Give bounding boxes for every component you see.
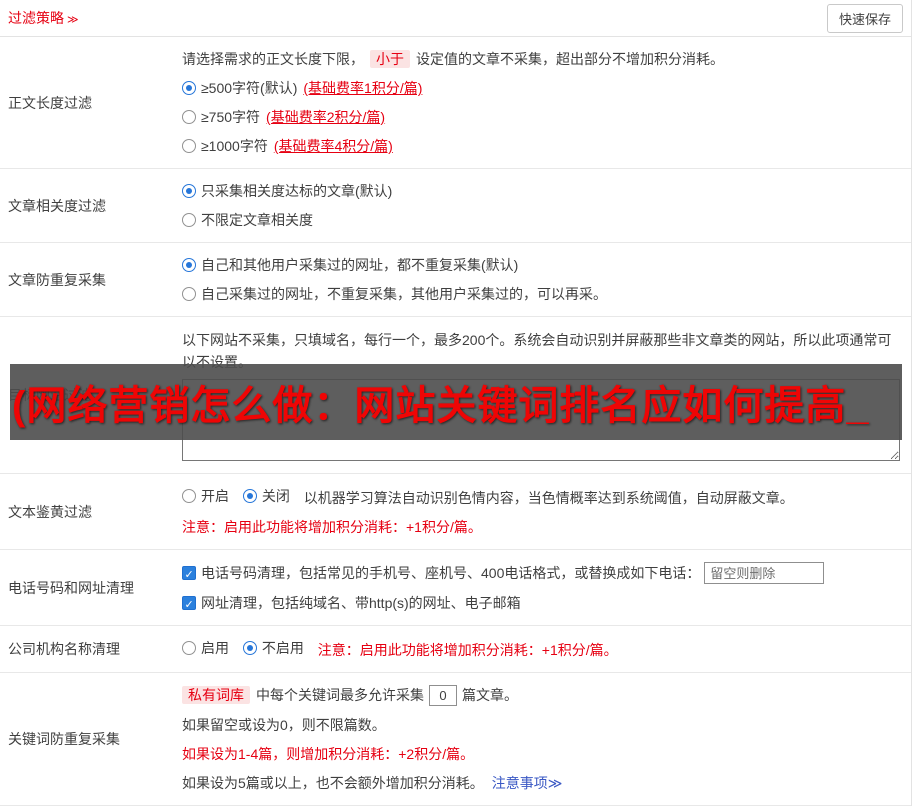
option-label: 电话号码清理，包括常见的手机号、座机号、400电话格式，或替换成如下电话： xyxy=(201,565,701,581)
line4-text: 如果设为5篇或以上，也不会额外增加积分消耗。 xyxy=(182,775,484,791)
option-label: 不限定文章相关度 xyxy=(201,212,313,228)
radio-button[interactable] xyxy=(182,489,196,503)
radio-button[interactable] xyxy=(182,641,196,655)
dedup-option-global[interactable]: 自己和其他用户采集过的网址，都不重复采集(默认) xyxy=(182,255,903,275)
row-content-company-clean: 启用 不启用 注意：启用此功能将增加积分消耗：+1积分/篇。 xyxy=(182,626,911,672)
row-content-phone-url-clean: 电话号码清理，包括常见的手机号、座机号、400电话格式，或替换成如下电话： 网址… xyxy=(182,550,911,625)
keyword-dedup-line3: 如果设为1-4篇，则增加积分消耗：+2积分/篇。 xyxy=(182,746,475,762)
option-label: ≥750字符 xyxy=(201,109,261,125)
row-content-relevance-filter: 只采集相关度达标的文章(默认) 不限定文章相关度 xyxy=(182,169,911,242)
watermark-text: (网络营销怎么做：网站关键词排名应如何提高_ xyxy=(12,384,870,428)
settings-row-company-clean: 公司机构名称清理 启用 不启用 注意：启用此功能将增加积分消耗：+1积分/篇。 xyxy=(0,626,911,673)
porn-option-on[interactable]: 开启 xyxy=(182,486,229,506)
rate-note: (基础费率2积分/篇) xyxy=(266,109,386,125)
radio-button[interactable] xyxy=(182,184,196,198)
radio-button[interactable] xyxy=(182,110,196,124)
company-option-on[interactable]: 启用 xyxy=(182,638,229,658)
intro-post: 设定值的文章不采集，超出部分不增加积分消耗。 xyxy=(416,51,724,67)
rate-note: (基础费率4积分/篇) xyxy=(273,138,393,154)
settings-row-article-dedup: 文章防重复采集 自己和其他用户采集过的网址，都不重复采集(默认) 自己采集过的网… xyxy=(0,243,911,317)
length-filter-intro: 请选择需求的正文长度下限， 小于 设定值的文章不采集，超出部分不增加积分消耗。 xyxy=(182,49,903,69)
option-label: 网址清理，包括纯域名、带http(s)的网址、电子邮箱 xyxy=(201,595,521,611)
porn-filter-options: 开启 关闭 以机器学习算法自动识别色情内容，当色情概率达到系统阈值，自动屏蔽文章… xyxy=(182,486,903,508)
option-label: 只采集相关度达标的文章(默认) xyxy=(201,183,393,199)
company-option-off[interactable]: 不启用 xyxy=(242,638,304,658)
notice-link[interactable]: 注意事项≫ xyxy=(492,775,563,791)
option-label: 启用 xyxy=(201,640,229,656)
section-title-wrap: 过滤策略 ≫ xyxy=(8,8,79,28)
settings-row-relevance-filter: 文章相关度过滤 只采集相关度达标的文章(默认) 不限定文章相关度 xyxy=(0,169,911,243)
option-label: 自己和其他用户采集过的网址，都不重复采集(默认) xyxy=(201,257,519,273)
row-content-article-dedup: 自己和其他用户采集过的网址，都不重复采集(默认) 自己采集过的网址，不重复采集，… xyxy=(182,243,911,316)
filter-settings-page: 过滤策略 ≫ 快速保存 正文长度过滤 请选择需求的正文长度下限， 小于 设定值的文章… xyxy=(0,0,912,806)
less-than-tag: 小于 xyxy=(370,50,410,68)
row-label-porn-filter: 文本鉴黄过滤 xyxy=(8,503,92,520)
keyword-dedup-line4: 如果设为5篇或以上，也不会额外增加积分消耗。 注意事项≫ xyxy=(182,773,903,793)
row-label-keyword-dedup: 关键词防重复采集 xyxy=(8,731,120,747)
porn-filter-note: 注意：启用此功能将增加积分消耗：+1积分/篇。 xyxy=(182,519,482,535)
phone-clean-checkbox[interactable] xyxy=(182,565,196,585)
url-clean-checkbox[interactable] xyxy=(182,595,196,615)
company-clean-note: 注意：启用此功能将增加积分消耗：+1积分/篇。 xyxy=(317,642,618,658)
option-label: 自己采集过的网址，不重复采集，其他用户采集过的，可以再采。 xyxy=(201,286,607,302)
topbar: 过滤策略 ≫ 快速保存 xyxy=(0,0,911,37)
settings-row-phone-url-clean: 电话号码和网址清理 电话号码清理，包括常见的手机号、座机号、400电话格式，或替… xyxy=(0,550,911,626)
quick-save-button[interactable]: 快速保存 xyxy=(826,3,903,33)
settings-row-porn-filter: 文本鉴黄过滤 开启 关闭 以机器学习算法自动识别色情内容，当色情概率达到系统阈值… xyxy=(0,474,911,550)
watermark-overlay: (网络营销怎么做：网站关键词排名应如何提高_ xyxy=(10,364,902,440)
porn-option-off[interactable]: 关闭 xyxy=(242,486,290,506)
relevance-option-strict[interactable]: 只采集相关度达标的文章(默认) xyxy=(182,181,903,201)
rate-note: (基础费率1积分/篇) xyxy=(303,80,423,96)
intro-pre: 请选择需求的正文长度下限， xyxy=(182,51,364,67)
dedup-option-self-only[interactable]: 自己采集过的网址，不重复采集，其他用户采集过的，可以再采。 xyxy=(182,284,903,304)
relevance-option-any[interactable]: 不限定文章相关度 xyxy=(182,210,903,230)
option-label: 不启用 xyxy=(261,640,304,656)
radio-button[interactable] xyxy=(182,287,196,301)
line1-mid: 中每个关键词最多允许采集 xyxy=(256,687,424,703)
row-label-article-dedup: 文章防重复采集 xyxy=(8,271,106,288)
option-label: ≥1000字符 xyxy=(201,138,268,154)
replacement-phone-input[interactable] xyxy=(704,562,825,584)
length-option-750[interactable]: ≥750字符 (基础费率2积分/篇) xyxy=(182,107,903,127)
row-label-phone-url-clean: 电话号码和网址清理 xyxy=(8,579,134,596)
settings-row-keyword-dedup: 关键词防重复采集 私有词库中每个关键词最多允许采集 篇文章。 如果留空或设为0，则… xyxy=(0,673,911,806)
radio-button[interactable] xyxy=(182,258,196,272)
length-option-1000[interactable]: ≥1000字符 (基础费率4积分/篇) xyxy=(182,136,903,156)
radio-button[interactable] xyxy=(182,81,196,95)
url-clean-option[interactable]: 网址清理，包括纯域名、带http(s)的网址、电子邮箱 xyxy=(182,593,903,615)
option-label: 关闭 xyxy=(261,488,290,504)
option-label: 开启 xyxy=(201,488,229,504)
radio-button[interactable] xyxy=(182,213,196,227)
porn-filter-desc: 以机器学习算法自动识别色情内容，当色情概率达到系统阈值，自动屏蔽文章。 xyxy=(303,490,794,506)
page-title: 过滤策略 xyxy=(8,10,64,26)
settings-row-length-filter: 正文长度过滤 请选择需求的正文长度下限， 小于 设定值的文章不采集，超出部分不增加积… xyxy=(0,37,911,169)
phone-clean-option[interactable]: 电话号码清理，包括常见的手机号、座机号、400电话格式，或替换成如下电话： xyxy=(182,562,903,585)
keyword-dedup-line2: 如果留空或设为0，则不限篇数。 xyxy=(182,717,386,733)
row-label-company-clean: 公司机构名称清理 xyxy=(8,641,120,657)
row-label-length-filter: 正文长度过滤 xyxy=(8,94,92,111)
radio-button[interactable] xyxy=(182,139,196,153)
row-label-relevance-filter: 文章相关度过滤 xyxy=(8,197,106,214)
radio-button[interactable] xyxy=(242,489,257,503)
private-lexicon-tag: 私有词库 xyxy=(182,686,250,704)
chevron-down-icon[interactable]: ≫ xyxy=(67,13,79,26)
company-clean-options: 启用 不启用 注意：启用此功能将增加积分消耗：+1积分/篇。 xyxy=(182,638,903,660)
line1-end: 篇文章。 xyxy=(462,687,518,703)
row-content-porn-filter: 开启 关闭 以机器学习算法自动识别色情内容，当色情概率达到系统阈值，自动屏蔽文章… xyxy=(182,474,911,549)
radio-button[interactable] xyxy=(242,641,257,655)
max-articles-input[interactable] xyxy=(429,685,457,706)
length-option-500[interactable]: ≥500字符(默认) (基础费率1积分/篇) xyxy=(182,78,903,98)
option-label: ≥500字符(默认) xyxy=(201,80,298,96)
keyword-dedup-line1: 私有词库中每个关键词最多允许采集 篇文章。 xyxy=(182,685,903,706)
row-content-length-filter: 请选择需求的正文长度下限， 小于 设定值的文章不采集，超出部分不增加积分消耗。 ≥5… xyxy=(182,37,911,168)
row-content-keyword-dedup: 私有词库中每个关键词最多允许采集 篇文章。 如果留空或设为0，则不限篇数。 如果设… xyxy=(182,673,911,805)
